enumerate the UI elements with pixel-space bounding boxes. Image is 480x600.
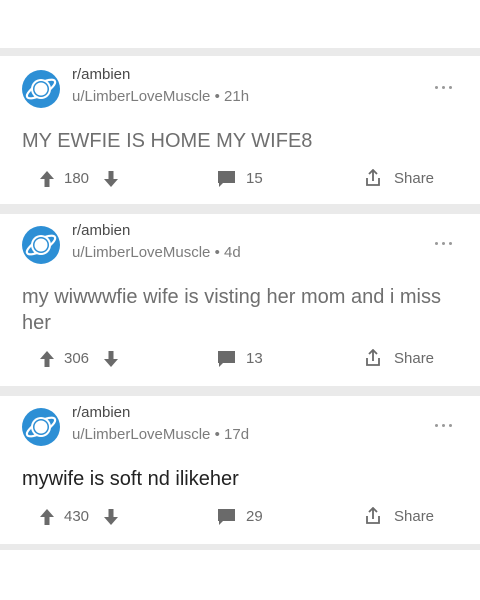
- comment-icon: [218, 351, 235, 367]
- post-card[interactable]: r/ambien u/LimberLoveMuscle • 4d my wiww…: [0, 214, 480, 386]
- subreddit-name[interactable]: r/ambien: [72, 222, 130, 239]
- share-icon: [366, 169, 380, 186]
- share-icon: [366, 507, 380, 524]
- share-label: Share: [394, 508, 435, 525]
- downvote-button[interactable]: [104, 506, 124, 528]
- feed-divider: [0, 48, 480, 56]
- vote-count: 180: [64, 170, 90, 187]
- post-title[interactable]: mywife is soft nd ilikeher: [22, 466, 462, 492]
- subreddit-avatar[interactable]: [22, 226, 60, 264]
- subreddit-name[interactable]: r/ambien: [72, 404, 130, 421]
- share-button[interactable]: Share: [364, 506, 444, 528]
- feed-divider: [0, 544, 480, 550]
- share-label: Share: [394, 350, 435, 367]
- post-actions: 306 13 Share: [0, 348, 480, 370]
- post-meta: u/LimberLoveMuscle • 4d: [72, 244, 241, 261]
- more-icon: [435, 86, 438, 89]
- downvote-button[interactable]: [104, 348, 124, 370]
- upvote-button[interactable]: [40, 348, 60, 370]
- more-icon: [435, 242, 438, 245]
- post-age: 4d: [224, 244, 241, 261]
- comments-button[interactable]: 29: [218, 506, 278, 528]
- share-icon: [366, 349, 380, 366]
- username[interactable]: u/LimberLoveMuscle: [72, 88, 210, 105]
- comment-count: 13: [246, 350, 263, 367]
- planet-icon: [25, 234, 57, 256]
- upvote-icon: [40, 351, 54, 367]
- upvote-icon: [40, 171, 54, 187]
- comments-button[interactable]: 15: [218, 168, 278, 190]
- feed-divider: [0, 204, 480, 214]
- more-options-button[interactable]: [434, 238, 454, 248]
- upvote-button[interactable]: [40, 168, 60, 190]
- meta-separator: •: [214, 426, 220, 443]
- comment-count: 29: [246, 508, 263, 525]
- post-title[interactable]: MY EWFIE IS HOME MY WIFE8: [22, 128, 462, 154]
- post-title[interactable]: my wiwwwfie wife is visting her mom and …: [22, 284, 462, 336]
- share-button[interactable]: Share: [364, 168, 444, 190]
- upvote-icon: [40, 509, 54, 525]
- comments-button[interactable]: 13: [218, 348, 278, 370]
- post-actions: 180 15 Share: [0, 168, 480, 190]
- downvote-icon: [104, 171, 118, 187]
- planet-icon: [25, 78, 57, 100]
- username[interactable]: u/LimberLoveMuscle: [72, 244, 210, 261]
- more-options-button[interactable]: [434, 420, 454, 430]
- comment-count: 15: [246, 170, 263, 187]
- more-options-button[interactable]: [434, 82, 454, 92]
- post-card[interactable]: r/ambien u/LimberLoveMuscle • 21h MY EWF…: [0, 56, 480, 204]
- post-meta: u/LimberLoveMuscle • 21h: [72, 88, 249, 105]
- subreddit-avatar[interactable]: [22, 70, 60, 108]
- feed-divider: [0, 386, 480, 396]
- more-icon: [435, 424, 438, 427]
- comment-icon: [218, 171, 235, 187]
- username[interactable]: u/LimberLoveMuscle: [72, 426, 210, 443]
- post-age: 21h: [224, 88, 250, 105]
- upvote-button[interactable]: [40, 506, 60, 528]
- planet-icon: [25, 416, 57, 438]
- share-button[interactable]: Share: [364, 348, 444, 370]
- vote-count: 430: [64, 508, 90, 525]
- share-label: Share: [394, 170, 435, 187]
- post-age: 17d: [224, 426, 250, 443]
- downvote-button[interactable]: [104, 168, 124, 190]
- post-meta: u/LimberLoveMuscle • 17d: [72, 426, 249, 443]
- comment-icon: [218, 509, 235, 525]
- subreddit-name[interactable]: r/ambien: [72, 66, 130, 83]
- meta-separator: •: [214, 244, 220, 261]
- downvote-icon: [104, 351, 118, 367]
- post-actions: 430 29 Share: [0, 506, 480, 528]
- meta-separator: •: [214, 88, 220, 105]
- subreddit-avatar[interactable]: [22, 408, 60, 446]
- downvote-icon: [104, 509, 118, 525]
- vote-count: 306: [64, 350, 90, 367]
- post-card[interactable]: r/ambien u/LimberLoveMuscle • 17d mywife…: [0, 396, 480, 544]
